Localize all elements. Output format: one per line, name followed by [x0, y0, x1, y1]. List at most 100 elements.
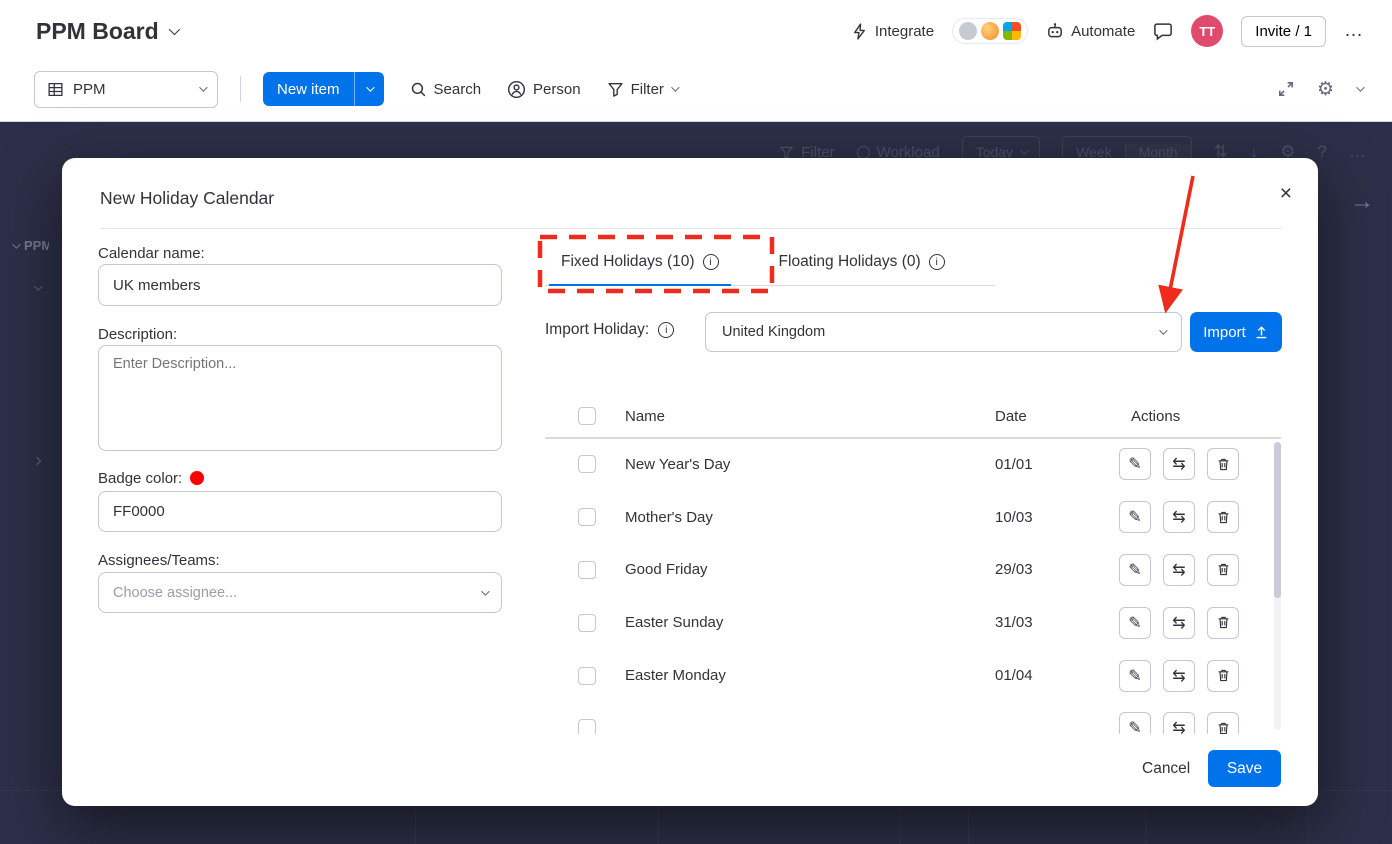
avatar[interactable]: TT	[1191, 15, 1223, 47]
collapse-toolbar-chevron[interactable]	[1356, 83, 1364, 91]
calendar-name-input[interactable]	[98, 264, 502, 306]
app-icon-2	[981, 22, 999, 40]
row-checkbox[interactable]	[578, 508, 596, 526]
fullscreen-icon[interactable]	[1277, 80, 1295, 98]
filter-button[interactable]: Filter	[607, 81, 677, 98]
chat-bubble-icon	[1153, 21, 1173, 41]
chat-button[interactable]	[1153, 21, 1173, 41]
chevron-down-icon	[481, 587, 489, 595]
new-item-dropdown[interactable]	[354, 72, 384, 106]
table-row-partial: ✎ ⇆	[545, 702, 1282, 734]
import-button[interactable]: Import	[1190, 312, 1282, 352]
holiday-table-body: New Year's Day 01/01 ✎ ⇆ Mother's Day 10…	[545, 438, 1282, 734]
row-checkbox[interactable]	[578, 614, 596, 632]
board-title[interactable]: PPM Board	[36, 18, 177, 45]
table-row: Good Friday 29/03 ✎ ⇆	[545, 544, 1282, 597]
filter-funnel-icon	[607, 81, 624, 98]
swap-icon[interactable]: ⇆	[1163, 660, 1195, 692]
new-holiday-calendar-modal: New Holiday Calendar × Calendar name: De…	[62, 158, 1318, 806]
tab-fixed-holidays[interactable]: Fixed Holidays (10)	[545, 238, 735, 285]
badge-color-input[interactable]	[98, 491, 502, 532]
app-icon-1	[959, 22, 977, 40]
swap-icon[interactable]: ⇆	[1163, 607, 1195, 639]
board-toolbar: PPM New item Search Person Filter	[0, 62, 1392, 116]
row-checkbox[interactable]	[578, 719, 596, 734]
info-icon[interactable]	[658, 322, 674, 338]
edit-icon[interactable]: ✎	[1119, 660, 1151, 692]
automate-button[interactable]: Automate	[1046, 22, 1135, 40]
delete-icon[interactable]	[1207, 712, 1239, 734]
integrate-label: Integrate	[875, 23, 934, 40]
header-more-menu[interactable]: …	[1344, 20, 1364, 42]
table-row: Easter Monday 01/04 ✎ ⇆	[545, 649, 1282, 702]
person-filter-button[interactable]: Person	[507, 80, 581, 99]
holiday-date: 10/03	[995, 509, 1117, 526]
edit-icon[interactable]: ✎	[1119, 554, 1151, 586]
holiday-name: Easter Monday	[625, 667, 995, 684]
row-actions: ✎ ⇆	[1117, 607, 1282, 639]
name-header: Name	[625, 408, 995, 425]
new-item-button[interactable]: New item	[263, 72, 354, 106]
delete-icon[interactable]	[1207, 501, 1239, 533]
edit-icon[interactable]: ✎	[1119, 448, 1151, 480]
actions-header: Actions	[1117, 408, 1282, 425]
edit-icon[interactable]: ✎	[1119, 712, 1151, 734]
invite-button[interactable]: Invite / 1	[1241, 16, 1326, 47]
holiday-tabs: Fixed Holidays (10) Floating Holidays (0…	[545, 238, 995, 286]
integrate-icon	[851, 23, 868, 40]
date-header: Date	[995, 408, 1117, 425]
delete-icon[interactable]	[1207, 448, 1239, 480]
scrollbar-thumb[interactable]	[1274, 442, 1281, 598]
info-icon[interactable]	[929, 254, 945, 270]
holiday-table-header: Name Date Actions	[545, 396, 1282, 436]
delete-icon[interactable]	[1207, 554, 1239, 586]
info-icon[interactable]	[703, 254, 719, 270]
app-icon-3	[1003, 22, 1021, 40]
table-row: Mother's Day 10/03 ✎ ⇆	[545, 491, 1282, 544]
trash-icon	[1216, 721, 1231, 734]
swap-icon[interactable]: ⇆	[1163, 712, 1195, 734]
assignees-label: Assignees/Teams:	[98, 552, 220, 569]
board-view-select[interactable]: PPM	[34, 71, 218, 108]
row-checkbox[interactable]	[578, 455, 596, 473]
trash-icon	[1216, 510, 1231, 525]
swap-icon[interactable]: ⇆	[1163, 501, 1195, 533]
title-row: PPM Board Integrate Automate	[0, 0, 1392, 62]
save-button[interactable]: Save	[1208, 750, 1281, 787]
edit-icon[interactable]: ✎	[1119, 607, 1151, 639]
edit-icon[interactable]: ✎	[1119, 501, 1151, 533]
board-title-text: PPM Board	[36, 18, 159, 45]
calendar-name-label: Calendar name:	[98, 245, 205, 262]
cancel-button[interactable]: Cancel	[1124, 750, 1208, 787]
chevron-down-icon	[1159, 326, 1167, 334]
search-button[interactable]: Search	[410, 81, 482, 98]
app-window: PPM Board Integrate Automate	[0, 0, 1392, 844]
description-textarea[interactable]	[98, 345, 502, 451]
divider	[240, 76, 241, 102]
tab-floating-holidays[interactable]: Floating Holidays (0)	[763, 238, 961, 285]
modal-title: New Holiday Calendar	[100, 188, 274, 209]
chevron-down-icon	[366, 83, 374, 91]
row-checkbox[interactable]	[578, 561, 596, 579]
assignees-select[interactable]: Choose assignee...	[98, 572, 502, 613]
integrations-apps-pill[interactable]	[952, 18, 1028, 44]
assignees-placeholder: Choose assignee...	[113, 585, 237, 601]
chevron-down-icon	[199, 83, 207, 91]
swap-icon[interactable]: ⇆	[1163, 554, 1195, 586]
holiday-name: Good Friday	[625, 561, 995, 578]
import-country-value: United Kingdom	[722, 324, 825, 340]
select-all-checkbox[interactable]	[578, 407, 596, 425]
chevron-down-icon	[671, 83, 679, 91]
swap-icon[interactable]: ⇆	[1163, 448, 1195, 480]
row-checkbox[interactable]	[578, 667, 596, 685]
import-country-select[interactable]: United Kingdom	[705, 312, 1182, 352]
close-icon[interactable]: ×	[1280, 182, 1292, 206]
settings-gear-icon[interactable]: ⚙	[1317, 80, 1334, 99]
chevron-down-icon	[168, 24, 179, 35]
integrate-button[interactable]: Integrate	[851, 23, 934, 40]
row-actions: ✎ ⇆	[1117, 712, 1282, 734]
delete-icon[interactable]	[1207, 607, 1239, 639]
trash-icon	[1216, 457, 1231, 472]
row-actions: ✎ ⇆	[1117, 448, 1282, 480]
delete-icon[interactable]	[1207, 660, 1239, 692]
